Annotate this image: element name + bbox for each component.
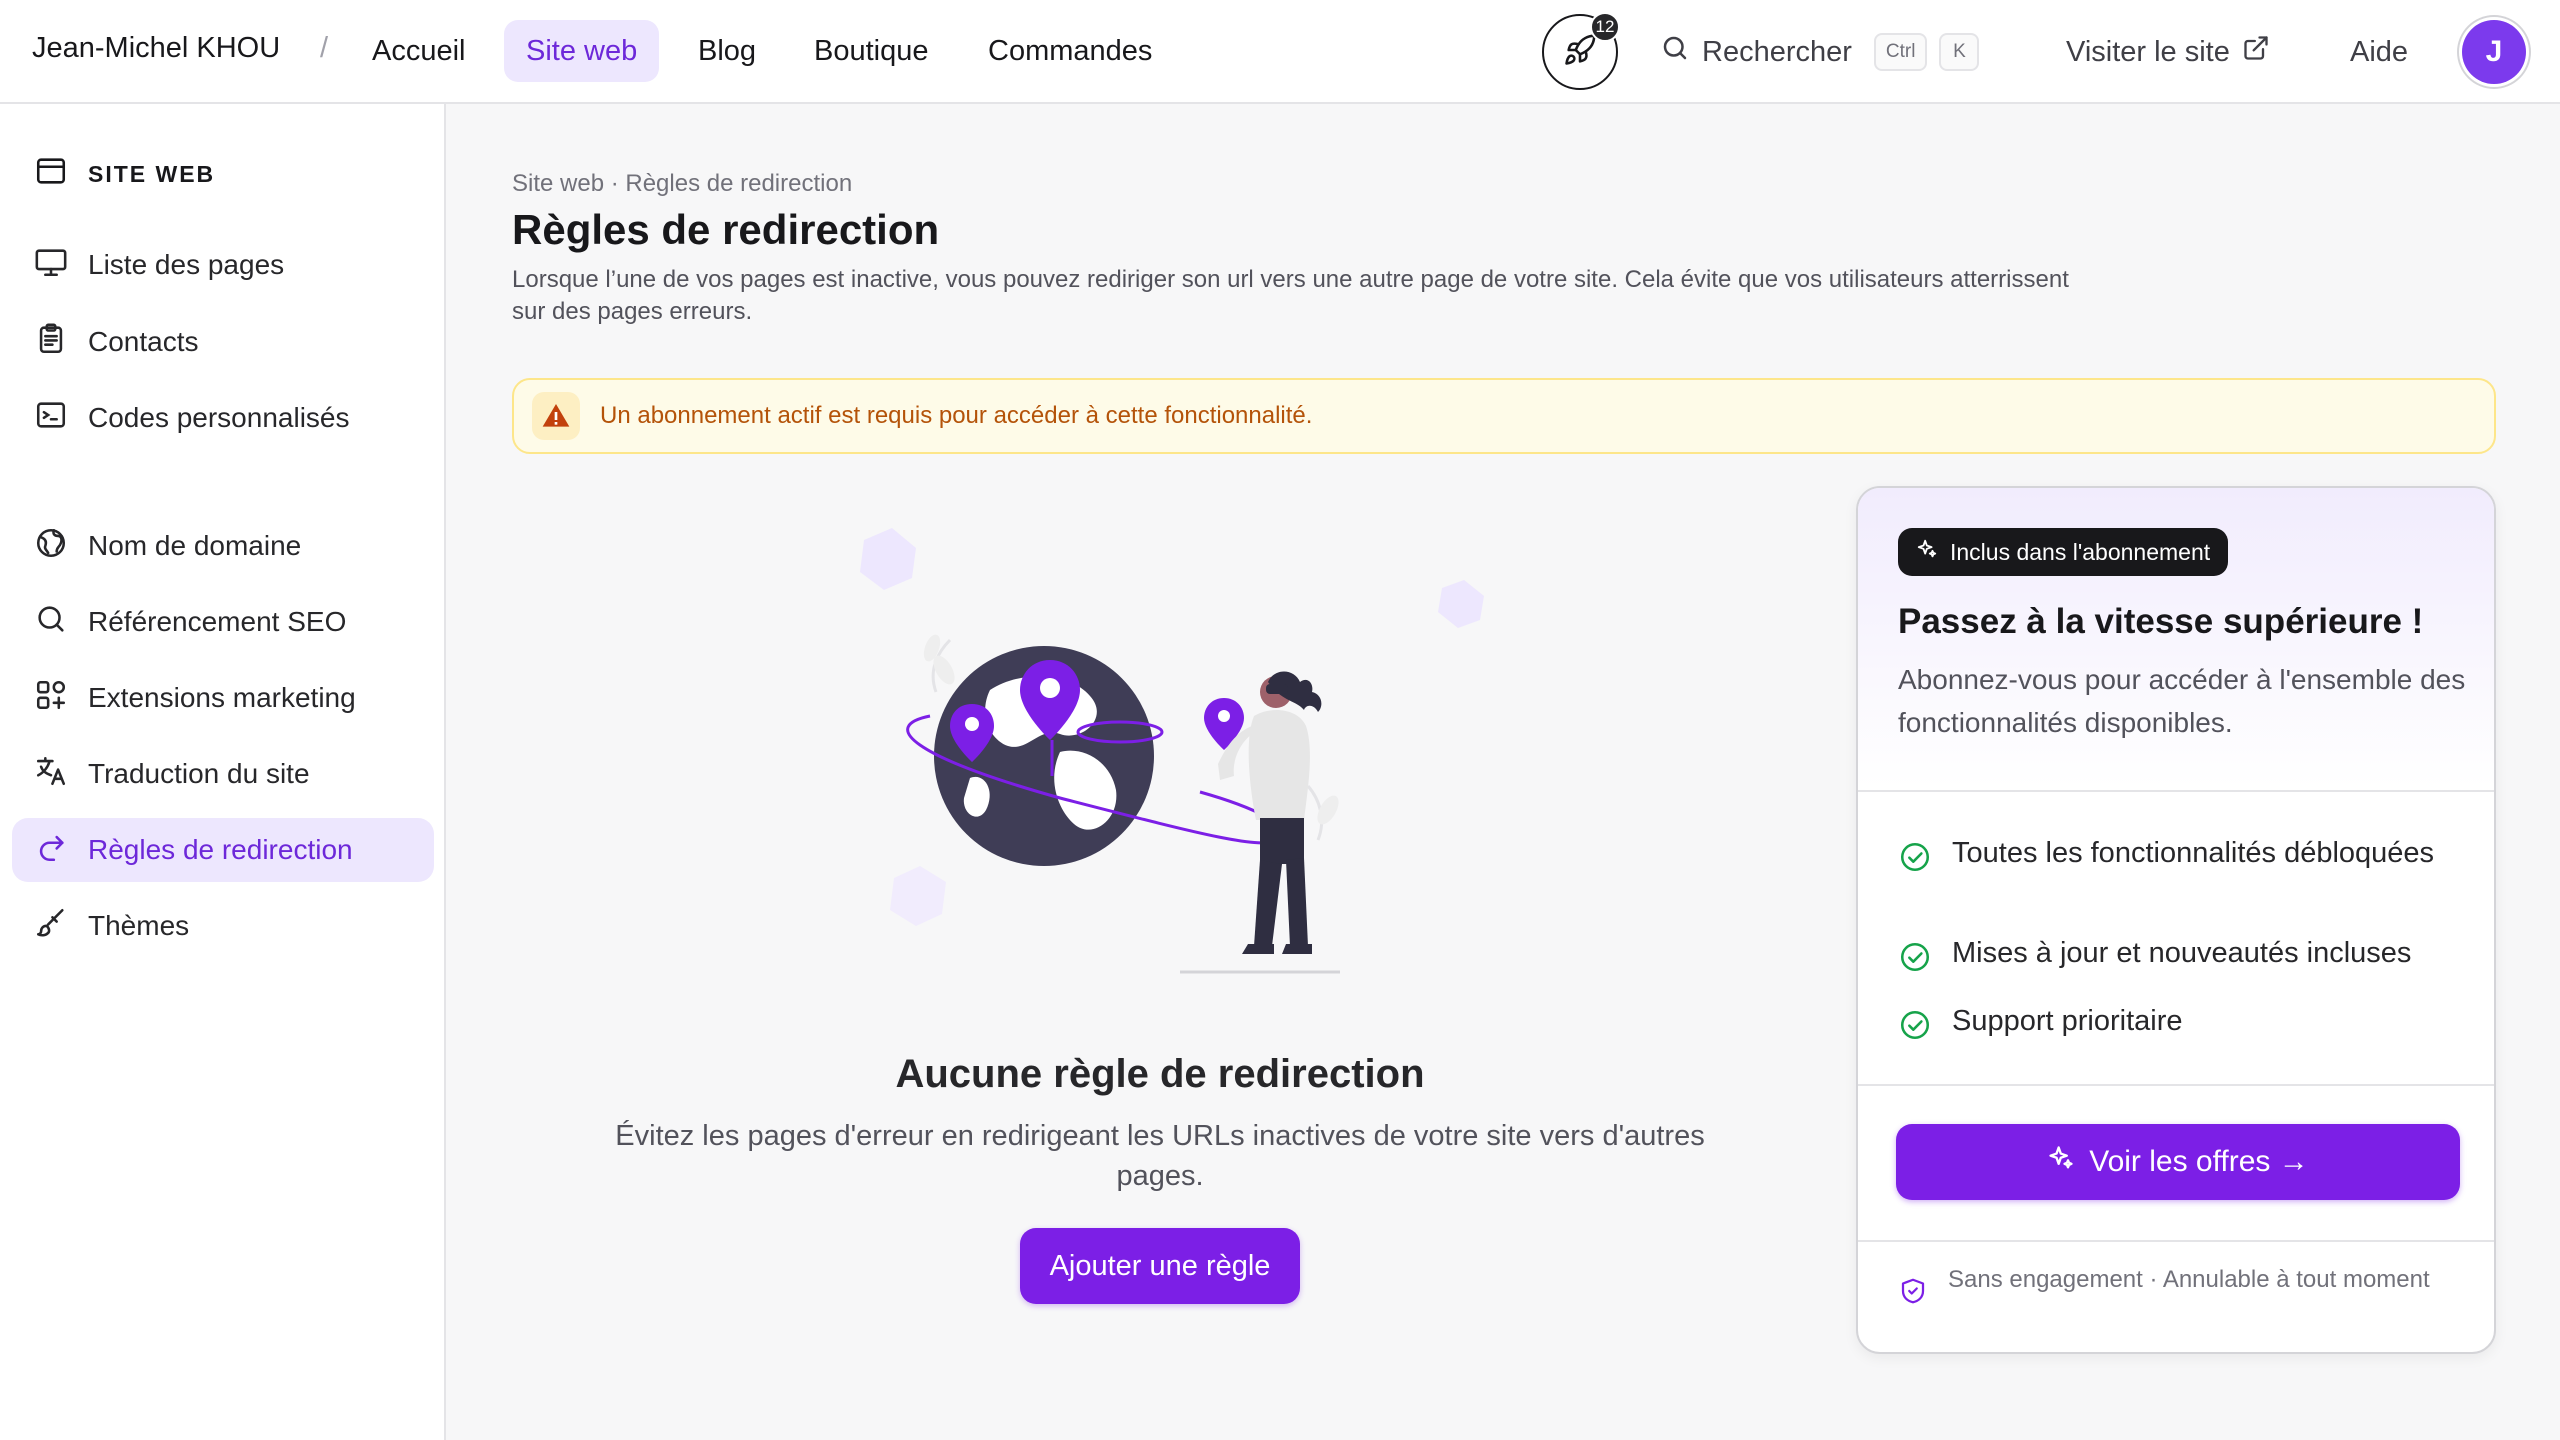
card-subtitle: Abonnez-vous pour accéder à l'ensemble d…	[1898, 664, 2466, 738]
add-rule-button[interactable]: Ajouter une règle	[1020, 1228, 1300, 1304]
rocket-icon	[1563, 33, 1597, 72]
search-trigger[interactable]: Rechercher Ctrl K	[1660, 24, 1980, 80]
sidebar-item-translation[interactable]: Traduction du site	[12, 742, 434, 806]
monitor-icon	[34, 245, 68, 286]
divider	[1858, 1240, 2494, 1242]
nav-blog[interactable]: Blog	[676, 20, 778, 82]
feature-label: Toutes les fonctionnalités débloquées	[1952, 837, 2435, 869]
check-circle-icon	[1898, 840, 1932, 884]
search-icon	[34, 602, 68, 643]
sidebar-item-label: Extensions marketing	[88, 682, 356, 713]
visit-site-link[interactable]: Visiter le site	[2066, 24, 2270, 80]
kbd-k: K	[1939, 33, 1980, 71]
shield-check-icon	[1898, 1276, 1928, 1315]
redirect-arrow-icon	[34, 830, 68, 871]
launch-button[interactable]: 12	[1542, 12, 1620, 90]
sidebar-item-label: Thèmes	[88, 910, 190, 941]
avatar[interactable]: J	[2462, 20, 2526, 84]
feature-item: Support prioritaire	[1898, 1002, 2458, 1052]
search-icon	[1660, 33, 1690, 71]
nav-accueil[interactable]: Accueil	[350, 20, 488, 82]
empty-state-title: Aucune règle de redirection	[895, 1052, 1425, 1096]
sidebar: SITE WEB Liste des pages Contacts Codes …	[0, 104, 446, 1440]
nav-commandes[interactable]: Commandes	[966, 20, 1174, 82]
sidebar-item-label: Traduction du site	[88, 758, 310, 789]
sidebar-item-label: Nom de domaine	[88, 530, 302, 561]
sidebar-item-themes[interactable]: Thèmes	[12, 894, 434, 958]
sidebar-item-label: Liste des pages	[88, 249, 285, 280]
feature-item: Toutes les fonctionnalités débloquées	[1898, 834, 2458, 884]
empty-state-illustration	[820, 520, 1520, 980]
breadcrumb: Site web · Règles de redirection	[512, 170, 853, 197]
sidebar-item-pages[interactable]: Liste des pages	[12, 233, 434, 297]
search-label: Rechercher	[1702, 35, 1852, 68]
top-bar: Jean-Michel KHOU / Accueil Site web Blog…	[0, 0, 2560, 104]
sidebar-item-label: Contacts	[88, 326, 199, 357]
terminal-icon	[34, 398, 68, 439]
subscription-card: Inclus dans l'abonnement Passez à la vit…	[1856, 486, 2496, 1354]
divider	[1858, 790, 2494, 792]
empty-state-description: Évitez les pages d'erreur en redirigeant…	[615, 1120, 1705, 1192]
breadcrumb-separator: /	[320, 32, 329, 64]
translate-icon	[34, 754, 68, 795]
sidebar-item-label: Codes personnalisés	[88, 402, 350, 433]
card-title: Passez à la vitesse supérieure !	[1898, 602, 2424, 641]
card-footer-text: Sans engagement · Annulable à tout momen…	[1948, 1266, 2430, 1293]
sidebar-section-title: SITE WEB	[88, 160, 216, 187]
page-title: Règles de redirection	[512, 206, 940, 253]
sidebar-item-contacts[interactable]: Contacts	[12, 310, 434, 374]
nav-boutique[interactable]: Boutique	[792, 20, 951, 82]
feature-label: Support prioritaire	[1952, 1005, 2183, 1037]
sidebar-item-label: Règles de redirection	[88, 834, 353, 865]
sparkles-icon	[1916, 538, 1938, 566]
apps-add-icon	[34, 678, 68, 719]
sidebar-item-label: Référencement SEO	[88, 606, 347, 637]
globe-icon	[34, 526, 68, 567]
view-offers-label: Voir les offres →	[2089, 1145, 2309, 1178]
paintbrush-icon	[34, 906, 68, 947]
subscription-warning: Un abonnement actif est requis pour accé…	[512, 378, 2496, 454]
warning-icon	[532, 392, 580, 440]
kbd-ctrl: Ctrl	[1873, 33, 1928, 71]
card-footer: Sans engagement · Annulable à tout momen…	[1898, 1264, 2458, 1315]
feature-item: Mises à jour et nouveautés incluses	[1898, 934, 2458, 984]
nav-site-web[interactable]: Site web	[504, 20, 660, 82]
browser-window-icon	[34, 154, 68, 194]
check-circle-icon	[1898, 1008, 1932, 1052]
sidebar-item-seo[interactable]: Référencement SEO	[12, 590, 434, 654]
warning-text: Un abonnement actif est requis pour accé…	[600, 402, 1313, 429]
clipboard-icon	[34, 322, 68, 363]
sidebar-item-custom-codes[interactable]: Codes personnalisés	[12, 386, 434, 450]
sidebar-item-marketing[interactable]: Extensions marketing	[12, 666, 434, 730]
included-badge: Inclus dans l'abonnement	[1898, 528, 2229, 576]
page-description: Lorsque l’une de vos pages est inactive,…	[512, 266, 2069, 325]
included-badge-label: Inclus dans l'abonnement	[1950, 538, 2211, 565]
sidebar-section-header: SITE WEB	[34, 154, 215, 194]
visit-site-label: Visiter le site	[2066, 35, 2230, 68]
check-circle-icon	[1898, 940, 1932, 984]
view-offers-button[interactable]: Voir les offres →	[1896, 1124, 2460, 1200]
feature-label: Mises à jour et nouveautés incluses	[1952, 937, 2412, 969]
divider	[1858, 1084, 2494, 1086]
help-link[interactable]: Aide	[2350, 24, 2408, 80]
sparkles-icon	[2047, 1144, 2075, 1180]
notification-badge: 12	[1590, 12, 1620, 42]
external-link-icon	[2242, 34, 2270, 70]
sidebar-item-domain[interactable]: Nom de domaine	[12, 514, 434, 578]
sidebar-item-redirects[interactable]: Règles de redirection	[12, 818, 434, 882]
account-name[interactable]: Jean-Michel KHOU	[32, 32, 280, 65]
